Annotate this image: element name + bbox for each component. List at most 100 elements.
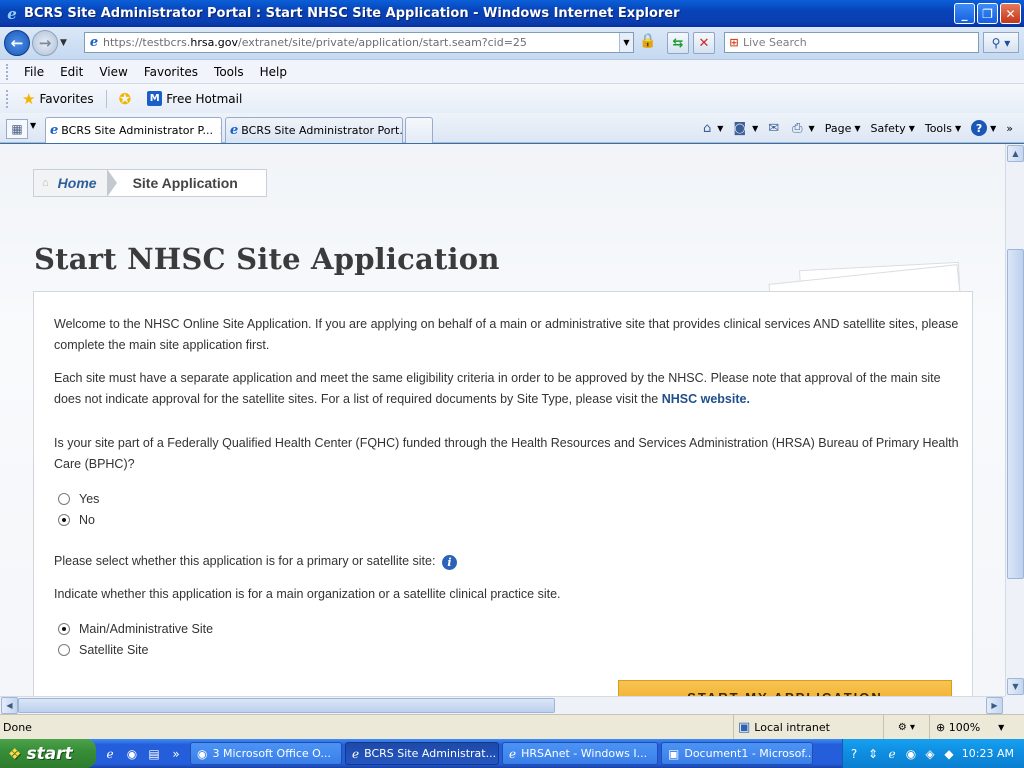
radio-button-selected-icon[interactable] [58,514,70,526]
help-icon[interactable]: ? [846,747,862,761]
page-menu[interactable]: Page ▼ [820,122,866,135]
minimize-button[interactable]: _ [954,3,975,24]
read-mail-button[interactable]: ✉ [763,121,787,136]
maximize-button[interactable]: ❐ [977,3,998,24]
network-icon[interactable]: ◈ [922,747,938,761]
menu-file[interactable]: File [16,65,52,79]
show-desktop-icon[interactable]: ▤ [146,746,162,762]
clock[interactable]: 10:23 AM [962,747,1014,760]
address-input[interactable]: e https://testbcrs.hrsa.gov/extranet/sit… [84,32,634,53]
new-tab-button[interactable] [405,117,433,143]
tab-bcrs-2[interactable]: e BCRS Site Administrator Port... [225,117,403,143]
free-hotmail-link[interactable]: M Free Hotmail [141,91,248,106]
menu-help[interactable]: Help [252,65,295,79]
tab-bcrs-active[interactable]: e BCRS Site Administrator P... ✕ [45,117,222,143]
close-button[interactable]: ✕ [1000,3,1021,24]
nhsc-website-link[interactable]: NHSC website. [662,392,750,406]
recent-pages-dropdown-icon[interactable]: ▼ [60,38,72,48]
security-shield-icon[interactable]: ◆ [941,747,957,761]
scroll-right-icon[interactable]: ▶ [986,697,1003,714]
scroll-left-icon[interactable]: ◀ [1,697,18,714]
quick-launch-chevron-icon[interactable]: » [168,746,184,762]
stop-button[interactable]: ✕ [693,32,715,54]
main-site-radio[interactable]: Main/Administrative Site [58,622,213,636]
outlook-icon[interactable]: ◉ [903,747,919,761]
vertical-scroll-thumb[interactable] [1007,249,1024,579]
free-hotmail-label: Free Hotmail [166,91,243,106]
scroll-up-icon[interactable]: ▲ [1007,145,1024,162]
windows-live-icon: ⊞ [729,36,739,49]
zoom-dropdown-icon[interactable]: ▼ [998,723,1004,732]
toolbar-grip[interactable] [6,63,10,80]
word-icon: ▣ [668,746,680,761]
refresh-button[interactable]: ⇆ [667,32,689,54]
feeds-button[interactable]: ◙ ▼ [728,121,763,136]
window-title-bar[interactable]: e BCRS Site Administrator Portal : Start… [0,0,1024,27]
outlook-icon[interactable]: ◉ [124,746,140,762]
divider [105,89,107,108]
protected-mode-icon[interactable]: ⚙ ▾ [883,715,929,739]
status-bar: Done ▣ Local intranet ⚙ ▾ ⊕ 100% ▼ [0,714,1024,739]
taskbar-button-word[interactable]: ▣ Document1 - Microsof... [661,742,813,765]
fqhc-no-radio[interactable]: No [58,513,95,527]
taskbar-button-hrsanet[interactable]: ℯ HRSAnet - Windows I... [502,742,658,765]
quick-tabs-icon[interactable]: ▦ [6,119,28,139]
fqhc-yes-radio[interactable]: Yes [58,492,99,506]
tools-menu[interactable]: Tools ▼ [920,122,966,135]
ie-icon[interactable]: ℯ [102,746,118,762]
search-button[interactable]: ⚲ ▾ [983,32,1019,53]
ie-icon: ℯ [509,746,517,761]
page-viewport: ⌂ Home Site Application Start NHSC Site … [0,144,1005,696]
safety-menu[interactable]: Safety ▼ [866,122,920,135]
ie-icon: e [50,123,59,138]
tab-list-dropdown-icon[interactable]: ▼ [30,121,42,130]
zoom-control[interactable]: ⊕ 100% ▼ [929,715,1024,739]
breadcrumb-home-link[interactable]: ⌂ Home [34,170,107,196]
close-tab-icon[interactable]: ✕ [219,124,221,138]
ie-icon[interactable]: ℯ [884,747,900,761]
taskbar-button-bcrs[interactable]: ℯ BCRS Site Administrat... [345,742,499,765]
windows-taskbar: ❖ start ℯ ◉ ▤ » ◉ 3 Microsoft Office O..… [0,739,1024,768]
add-favorite-button[interactable]: ✪ [113,90,142,108]
breadcrumb-home-label: Home [57,175,97,191]
fqhc-question: Is your site part of a Federally Qualifi… [54,436,959,471]
taskbar-button-outlook[interactable]: ◉ 3 Microsoft Office O... [190,742,342,765]
radio-button-icon[interactable] [58,493,70,505]
menu-edit[interactable]: Edit [52,65,91,79]
toolbar-grip[interactable] [6,89,10,108]
print-button[interactable]: ⎙ ▼ [787,121,820,136]
menu-tools[interactable]: Tools [206,65,252,79]
home-button[interactable]: ⌂ ▼ [698,121,728,136]
search-input[interactable]: ⊞ Live Search [724,32,979,53]
address-dropdown-icon[interactable]: ▼ [619,33,633,52]
favorites-button[interactable]: ★ Favorites [16,90,100,108]
menu-view[interactable]: View [91,65,135,79]
start-button[interactable]: ❖ start [0,739,96,768]
scrollbar-corner [1005,696,1024,714]
ie-icon: ℯ [352,746,360,761]
info-icon[interactable]: i [441,555,457,570]
radio-button-icon[interactable] [58,644,70,656]
breadcrumb-separator-icon [106,169,117,197]
page-menu-label: Page [824,121,852,135]
fqhc-no-label: No [79,513,95,527]
url-text[interactable]: https://testbcrs.hrsa.gov/extranet/site/… [103,36,619,49]
ie-icon: e [7,4,17,23]
menu-favorites[interactable]: Favorites [136,65,206,79]
help-button[interactable]: ? ▼ [966,120,1001,136]
forward-button[interactable]: → [32,30,58,56]
radio-button-selected-icon[interactable] [58,623,70,635]
horizontal-scroll-thumb[interactable] [18,698,555,713]
security-zone[interactable]: ▣ Local intranet [733,715,883,739]
menu-bar: File Edit View Favorites Tools Help [0,59,1024,83]
vertical-scrollbar[interactable]: ▲ ▼ [1005,144,1024,696]
system-tray: ? ⇕ ℯ ◉ ◈ ◆ 10:23 AM [842,739,1024,768]
chevron-more-icon[interactable]: » [1001,122,1018,135]
scroll-down-icon[interactable]: ▼ [1007,678,1024,695]
horizontal-scrollbar[interactable]: ◀ ▶ [0,696,1005,714]
tray-chevron-icon[interactable]: ⇕ [865,747,881,761]
satellite-site-radio[interactable]: Satellite Site [58,643,148,657]
back-button[interactable]: ← [4,30,30,56]
start-my-application-button[interactable]: START MY APPLICATION [618,680,952,696]
lock-icon[interactable]: 🔒 [638,33,658,53]
